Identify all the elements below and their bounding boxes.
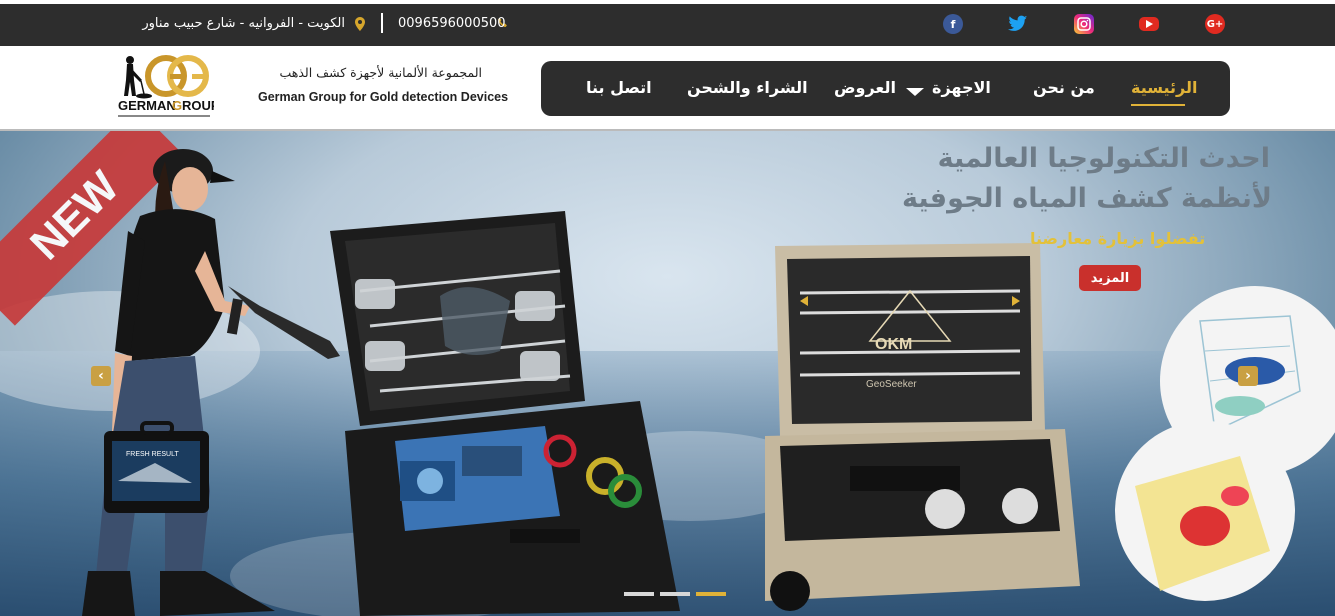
twitter-icon[interactable]: [1008, 14, 1028, 34]
nav-item-home[interactable]: الرئيسية: [1131, 78, 1198, 97]
facebook-icon[interactable]: f: [943, 14, 963, 34]
contact-divider: [381, 13, 383, 33]
main-navigation: الرئيسية من نحن الاجهزة العروض الشراء وا…: [541, 61, 1230, 116]
svg-text:FRESH RESULT: FRESH RESULT: [126, 451, 179, 458]
nav-item-contact[interactable]: اتصل بنا: [586, 78, 652, 97]
3d-scan-plot-images: [1115, 286, 1335, 601]
youtube-icon[interactable]: [1139, 17, 1159, 31]
brand-name-arabic: المجموعة الألمانية لأجهزة كشف الذهب: [279, 65, 482, 80]
slider-dot-1[interactable]: [624, 592, 654, 596]
phone-number[interactable]: 0096596000500: [398, 16, 506, 31]
okm-geoseeker-device-case: OKM GeoSeeker: [765, 243, 1080, 611]
fresh-result-device-case: [330, 211, 680, 616]
nav-item-purchase-shipping[interactable]: الشراء والشحن: [687, 78, 808, 97]
svg-text:G: G: [172, 98, 182, 113]
svg-text:ROUP: ROUP: [182, 98, 214, 113]
hero-headline-line1: احدث التكنولوجيا العالمية: [937, 143, 1270, 174]
svg-text:OKM: OKM: [875, 336, 912, 353]
svg-text:GERMAN: GERMAN: [118, 98, 176, 113]
hero-headline-line2: لأنظمة كشف المياه الجوفية: [902, 183, 1272, 214]
nav-item-devices[interactable]: الاجهزة: [932, 78, 991, 97]
active-nav-underline: [1131, 104, 1185, 106]
nav-item-offers[interactable]: العروض: [834, 78, 896, 97]
slider-next-arrow-icon[interactable]: ›: [1238, 366, 1258, 386]
nav-item-about[interactable]: من نحن: [1033, 78, 1095, 97]
slider-prev-arrow-icon[interactable]: ‹: [91, 366, 111, 386]
site-header: GERMAN G ROUP المجموعة الألمانية لأجهزة …: [0, 46, 1335, 131]
google-plus-icon[interactable]: G+: [1205, 14, 1225, 34]
man-with-detector-figure: FRESH RESULT: [82, 149, 340, 616]
devices-dropdown-caret-icon[interactable]: [906, 88, 924, 96]
top-bar: f G+ 0096596000500 الكويت - الفروانيه - …: [0, 0, 1335, 46]
more-button[interactable]: المزيد: [1079, 265, 1141, 291]
address-text: الكويت - الفروانيه - شارع حبيب مناور: [142, 16, 345, 31]
svg-text:GeoSeeker: GeoSeeker: [866, 379, 917, 390]
location-pin-icon: [355, 17, 365, 35]
hero-subline: تفضلوا بزيارة معارضنا: [1030, 229, 1206, 248]
brand-name-english: German Group for Gold detection Devices: [258, 90, 509, 104]
hero-slider: NEW FRESH RESULT OKM GeoSeeker احدث التك…: [0, 131, 1335, 616]
slider-dot-3[interactable]: [696, 592, 726, 596]
instagram-icon[interactable]: [1074, 14, 1094, 34]
slider-dot-2[interactable]: [660, 592, 690, 596]
german-group-logo[interactable]: GERMAN G ROUP: [114, 54, 220, 122]
